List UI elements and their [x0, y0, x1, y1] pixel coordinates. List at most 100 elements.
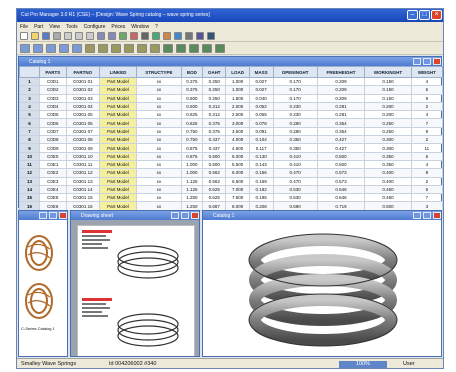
table-cell[interactable]: 0.427: [316, 143, 366, 153]
menu-window[interactable]: Window: [131, 24, 149, 30]
table-cell[interactable]: xx: [135, 193, 182, 203]
table-cell[interactable]: 9: [410, 126, 443, 137]
table-cell[interactable]: 0.230: [272, 101, 318, 112]
table-cell[interactable]: 0.350: [272, 135, 318, 145]
table-cell[interactable]: C0D7: [39, 126, 67, 137]
print-icon[interactable]: [53, 32, 61, 40]
config-icon[interactable]: [215, 44, 225, 53]
find-icon[interactable]: [119, 32, 127, 40]
table-cell[interactable]: 0.117: [248, 143, 274, 153]
table-cell[interactable]: 0.354: [316, 126, 366, 137]
table-cell[interactable]: 0.400: [364, 176, 412, 186]
row-number[interactable]: 16: [19, 201, 40, 211]
table-cell[interactable]: C0E5: [39, 193, 67, 203]
table-cell[interactable]: 0.500: [201, 159, 227, 170]
help-icon[interactable]: [207, 32, 215, 40]
table-cell[interactable]: 0.143: [248, 159, 274, 170]
cut-icon[interactable]: [64, 32, 72, 40]
table-cell[interactable]: 0.250: [201, 76, 227, 87]
table-cell[interactable]: 3.500: [225, 126, 250, 137]
table-cell[interactable]: 0.875: [180, 143, 204, 153]
column-header[interactable]: FREEHEIGHT: [316, 66, 366, 78]
table-cell[interactable]: 0.250: [364, 118, 412, 128]
section-icon[interactable]: [163, 44, 173, 53]
row-number[interactable]: 2: [19, 85, 40, 95]
table-cell[interactable]: 0.500: [201, 151, 227, 161]
shade-icon[interactable]: [124, 44, 134, 53]
column-header[interactable]: PARTS: [39, 66, 67, 78]
table-cell[interactable]: 0.687: [201, 201, 227, 211]
column-header[interactable]: BOD: [180, 66, 204, 78]
table-cell[interactable]: xx: [135, 110, 182, 120]
table-cell[interactable]: Part Model: [99, 201, 137, 211]
scale-icon[interactable]: [59, 44, 69, 53]
table-cell[interactable]: 0.150: [364, 93, 412, 103]
table-cell[interactable]: C0301 02: [65, 85, 101, 95]
table-cell[interactable]: 0.625: [201, 193, 227, 203]
table-cell[interactable]: C0301 01: [65, 76, 101, 87]
table-row[interactable]: 3 C0D3 C0301 03 Part Model xx 0.500 0.250 1.500…: [19, 93, 443, 103]
table-cell[interactable]: C0301 14: [65, 184, 101, 195]
sort-icon[interactable]: [141, 32, 149, 40]
table-cell[interactable]: 0.470: [272, 176, 318, 186]
table-row[interactable]: 13 C0E3 C0301 13 Part Model xx 1.125 0.562 6.50…: [19, 176, 443, 186]
table-row[interactable]: 2 C0D2 C0301 02 Part Model xx 0.375 0.250 1.000…: [19, 85, 443, 95]
table-row[interactable]: 7 C0D7 C0301 07 Part Model xx 0.750 0.375 3.500…: [19, 126, 443, 137]
maximize-icon[interactable]: □: [419, 10, 430, 20]
chart-icon[interactable]: [163, 32, 171, 40]
table-cell[interactable]: Part Model: [99, 85, 137, 95]
table-cell[interactable]: 0.375: [180, 76, 204, 87]
drawing-sheet[interactable]: [77, 225, 195, 356]
table-cell[interactable]: 2: [410, 176, 443, 186]
table-cell[interactable]: 0.646: [316, 184, 366, 195]
table-cell[interactable]: 0.250: [364, 126, 412, 137]
table-cell[interactable]: 0.281: [316, 101, 366, 112]
table-cell[interactable]: 6.000: [225, 168, 250, 178]
row-number[interactable]: 12: [19, 168, 40, 178]
table-cell[interactable]: C0D5: [39, 110, 67, 120]
table-cell[interactable]: Part Model: [99, 93, 137, 103]
table-cell[interactable]: 2: [410, 101, 443, 112]
table-cell[interactable]: C0301 12: [65, 168, 101, 178]
table-cell[interactable]: 0.300: [364, 143, 412, 153]
table-cell[interactable]: Part Model: [99, 135, 137, 145]
menu-part[interactable]: Part: [34, 24, 43, 30]
drawing-minimize-icon[interactable]: [171, 212, 179, 219]
table-cell[interactable]: 0.027: [248, 85, 274, 95]
table-cell[interactable]: 0.209: [316, 76, 366, 87]
table-cell[interactable]: 0.625: [180, 110, 204, 120]
rotate-icon[interactable]: [46, 44, 56, 53]
grid-maximize-icon[interactable]: [423, 58, 431, 65]
table-cell[interactable]: C0D9: [39, 143, 67, 153]
table-cell[interactable]: 2.000: [225, 101, 250, 112]
row-number[interactable]: 5: [19, 110, 40, 120]
table-cell[interactable]: 2.500: [225, 110, 250, 120]
table-cell[interactable]: 0.230: [272, 110, 318, 120]
table-cell[interactable]: 5.500: [225, 159, 250, 170]
layer-icon[interactable]: [202, 44, 212, 53]
table-cell[interactable]: C0E0: [39, 151, 67, 161]
table-cell[interactable]: Part Model: [99, 193, 137, 203]
row-number[interactable]: 6: [19, 118, 40, 128]
image-icon[interactable]: [174, 32, 182, 40]
table-cell[interactable]: 0.208: [248, 201, 274, 211]
table-cell[interactable]: 3: [410, 201, 443, 211]
color-icon[interactable]: [189, 44, 199, 53]
table-cell[interactable]: 0.530: [272, 184, 318, 195]
table-cell[interactable]: Part Model: [99, 159, 137, 170]
row-number[interactable]: 8: [19, 135, 40, 145]
close-icon[interactable]: ×: [431, 10, 442, 20]
table-row[interactable]: 5 C0D5 C0301 05 Part Model xx 0.625 0.312 2.500…: [19, 110, 443, 120]
table-cell[interactable]: 4.500: [225, 143, 250, 153]
table-cell[interactable]: xx: [135, 135, 182, 145]
table-cell[interactable]: 5.000: [225, 151, 250, 161]
table-cell[interactable]: 2: [410, 135, 443, 145]
table-cell[interactable]: 0.182: [248, 184, 274, 195]
table-cell[interactable]: 4: [410, 76, 443, 87]
drawing-close-icon[interactable]: [191, 212, 199, 219]
new-icon[interactable]: [20, 32, 28, 40]
table-cell[interactable]: 7.500: [225, 193, 250, 203]
table-cell[interactable]: 0.065: [248, 110, 274, 120]
table-cell[interactable]: C0301 11: [65, 159, 101, 170]
table-cell[interactable]: xx: [135, 184, 182, 195]
